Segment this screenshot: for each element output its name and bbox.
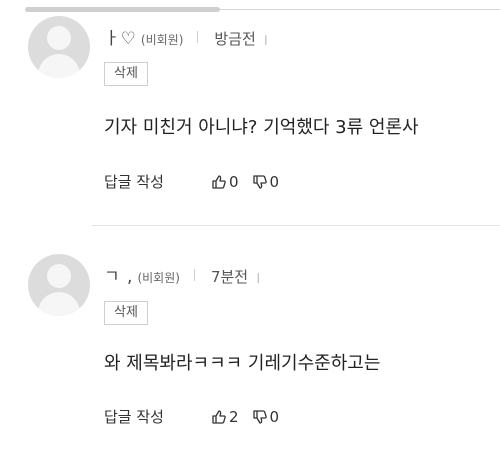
thumbs-down-icon — [252, 174, 267, 189]
comment-time: 7분전 — [210, 268, 249, 286]
comment-actions: 답글 작성 2 0 — [104, 406, 279, 427]
meta-divider — [197, 30, 199, 43]
delete-button[interactable]: 삭제 — [104, 301, 148, 325]
thumbs-up-icon — [212, 409, 226, 424]
comment-time: 방금전 — [214, 30, 256, 48]
default-avatar-icon — [28, 254, 90, 316]
comment-ip: ㅣ — [253, 272, 264, 285]
like-count: 0 — [228, 172, 239, 191]
thumbs-down-icon — [252, 409, 267, 424]
comment-meta: ㄱ , (비회원) 7분전 ㅣ — [104, 262, 263, 287]
comment-item: ㅏ♡ (비회원) 방금전 ㅣ 삭제 기자 미친거 아니냐? 기억했다 3류 언론… — [0, 0, 500, 226]
dislike-count: 0 — [269, 172, 280, 191]
like-button[interactable]: 0 — [211, 173, 239, 191]
meta-divider — [193, 268, 195, 281]
like-button[interactable]: 2 — [211, 408, 239, 426]
delete-button[interactable]: 삭제 — [104, 62, 148, 86]
member-tag: (비회원) — [140, 33, 184, 47]
comment-nickname: ㄱ , — [104, 267, 134, 287]
comment-meta: ㅏ♡ (비회원) 방금전 ㅣ — [104, 24, 271, 49]
dislike-button[interactable]: 0 — [252, 407, 280, 426]
comment-actions: 답글 작성 0 0 — [104, 171, 279, 192]
like-count: 2 — [228, 407, 239, 426]
reply-button[interactable]: 답글 작성 — [104, 406, 164, 427]
dislike-count: 0 — [269, 407, 280, 426]
comment-text: 와 제목봐라ㅋㅋㅋ 기레기수준하고는 — [104, 353, 381, 374]
default-avatar-icon — [28, 16, 90, 78]
reply-button[interactable]: 답글 작성 — [104, 171, 164, 192]
thumbs-up-icon — [212, 174, 226, 189]
comment-text: 기자 미친거 아니냐? 기억했다 3류 언론사 — [104, 117, 419, 138]
comment-ip: ㅣ — [260, 34, 271, 47]
dislike-button[interactable]: 0 — [252, 172, 280, 191]
comment-nickname: ㅏ♡ — [104, 29, 137, 49]
comment-item: ㄱ , (비회원) 7분전 ㅣ 삭제 와 제목봐라ㅋㅋㅋ 기레기수준하고는 답글… — [0, 226, 500, 462]
member-tag: (비회원) — [137, 271, 180, 285]
